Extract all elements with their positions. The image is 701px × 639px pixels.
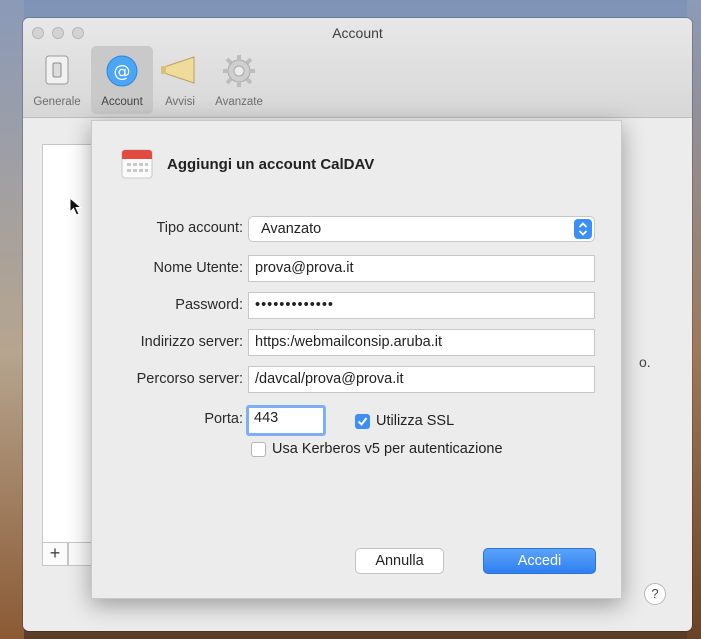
port-label: Porta:: [204, 411, 243, 427]
sheet-title: Aggiungi un account CalDAV: [167, 156, 375, 173]
truncated-background-text: o.: [639, 354, 651, 370]
switch-icon: [44, 54, 70, 91]
tab-label: Generale: [33, 96, 81, 108]
account-type-label: Tipo account:: [156, 220, 243, 236]
server-address-field[interactable]: https:/webmailconsip.aruba.it: [248, 329, 595, 356]
help-button[interactable]: ?: [644, 583, 666, 605]
account-type-select[interactable]: Avanzato: [248, 216, 595, 242]
calendar-icon: [121, 148, 153, 180]
username-field[interactable]: prova@prova.it: [248, 255, 595, 282]
chevron-updown-icon: [574, 219, 592, 239]
at-icon: @: [105, 54, 139, 93]
add-account-button[interactable]: +: [42, 542, 68, 566]
tab-label: Avanzate: [215, 96, 263, 108]
account-type-value: Avanzato: [261, 221, 322, 237]
tab-generale[interactable]: Generale: [23, 46, 91, 114]
mouse-pointer-icon: [69, 196, 83, 222]
port-field[interactable]: 443: [246, 405, 326, 436]
tab-avanzate[interactable]: Avanzate: [207, 46, 271, 114]
checkmark-icon: [357, 417, 368, 427]
tab-avvisi[interactable]: Avvisi: [153, 46, 207, 114]
add-caldav-account-sheet: Aggiungi un account CalDAV Tipo account:…: [91, 120, 622, 599]
use-ssl-label: Utilizza SSL: [376, 413, 455, 429]
username-label: Nome Utente:: [153, 260, 243, 276]
toolbar: Account Generale @ Account Avvisi Avanza…: [23, 18, 692, 118]
cancel-button[interactable]: Annulla: [355, 548, 444, 574]
window-title: Account: [332, 25, 383, 41]
tab-label: Avvisi: [165, 96, 195, 108]
password-label: Password:: [175, 297, 243, 313]
tab-account[interactable]: @ Account: [91, 46, 153, 114]
use-ssl-checkbox[interactable]: [355, 414, 370, 429]
server-address-label: Indirizzo server:: [140, 334, 243, 350]
megaphone-icon: [160, 54, 200, 91]
kerberos-label: Usa Kerberos v5 per autenticazione: [272, 441, 503, 457]
preferences-window: Account Generale @ Account Avvisi Avanza…: [23, 18, 692, 631]
svg-text:@: @: [114, 62, 131, 82]
desktop-background-left: [0, 0, 24, 639]
password-field[interactable]: •••••••••••••: [248, 292, 595, 319]
sign-in-button[interactable]: Accedi: [483, 548, 596, 574]
remove-account-button[interactable]: [68, 542, 92, 566]
server-path-label: Percorso server:: [136, 371, 243, 387]
tab-label: Account: [101, 96, 143, 108]
kerberos-checkbox[interactable]: [251, 442, 266, 457]
gear-icon: [222, 54, 256, 93]
server-path-field[interactable]: /davcal/prova@prova.it: [248, 366, 595, 393]
